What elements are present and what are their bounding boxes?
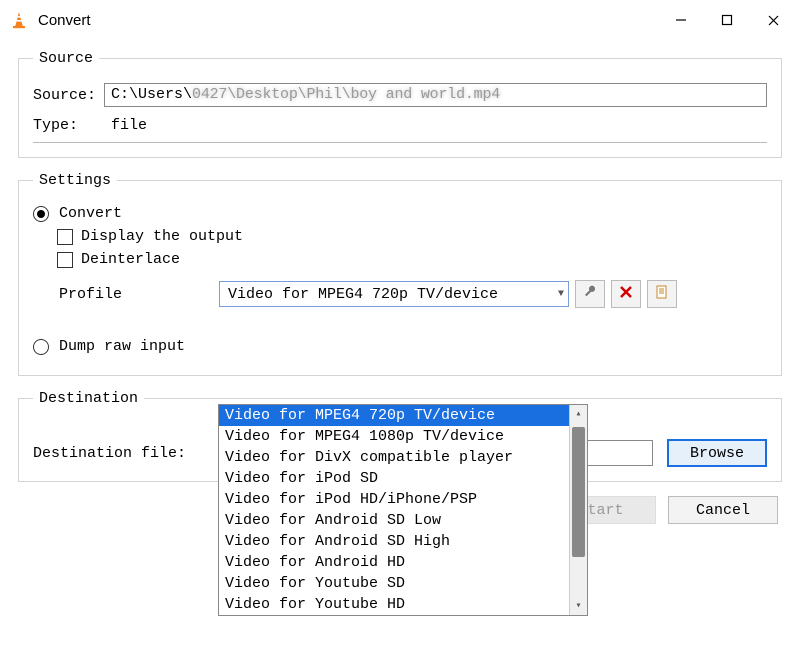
new-document-icon [655,285,669,304]
display-output-checkbox[interactable]: Display the output [57,228,767,245]
scroll-up-icon[interactable]: ▴ [570,405,587,423]
profile-selected-value: Video for MPEG4 720p TV/device [228,286,498,303]
dump-raw-radio[interactable]: Dump raw input [33,338,767,355]
new-profile-button[interactable] [647,280,677,308]
source-path-field[interactable]: C:\Users\0427\Desktop\Phil\boy and world… [104,83,767,107]
minimize-button[interactable] [658,4,704,36]
checkbox-unchecked-icon [57,229,73,245]
delete-x-icon [620,286,632,303]
profile-combobox[interactable]: Video for MPEG4 720p TV/device ▼ [219,281,569,307]
cancel-button[interactable]: Cancel [668,496,778,524]
profile-option[interactable]: Video for MPEG4 1080p TV/device [219,426,569,447]
vlc-cone-icon [8,9,30,31]
checkbox-unchecked-icon [57,252,73,268]
cancel-button-label: Cancel [696,502,750,519]
display-output-label: Display the output [81,228,243,245]
profile-option[interactable]: Video for Android SD Low [219,510,569,531]
destination-legend: Destination [33,390,144,407]
profile-option[interactable]: Video for Android HD [219,552,569,573]
edit-profile-button[interactable] [575,280,605,308]
maximize-button[interactable] [704,4,750,36]
convert-radio-label: Convert [59,205,122,222]
source-label: Source: [33,87,96,104]
radio-selected-icon [33,206,49,222]
browse-button-label: Browse [690,445,744,462]
profile-option[interactable]: Video for Youtube SD [219,573,569,594]
source-legend: Source [33,50,99,67]
titlebar: Convert [0,0,800,40]
source-path-blurred: 0427\Desktop\Phil\boy and world.mp4 [192,86,500,103]
dump-raw-label: Dump raw input [59,338,185,355]
dropdown-scrollbar[interactable]: ▴ ▾ [569,405,587,615]
settings-legend: Settings [33,172,117,189]
delete-profile-button[interactable] [611,280,641,308]
destination-label: Destination file: [33,445,186,462]
deinterlace-checkbox[interactable]: Deinterlace [57,251,767,268]
chevron-down-icon: ▼ [558,289,564,300]
profile-option[interactable]: Video for Android SD High [219,531,569,552]
wrench-icon [583,285,597,304]
profile-option[interactable]: Video for Youtube HD [219,594,569,615]
profile-option[interactable]: Video for MPEG4 720p TV/device [219,405,569,426]
profile-option[interactable]: Video for DivX compatible player [219,447,569,468]
deinterlace-label: Deinterlace [81,251,180,268]
type-value: file [111,117,147,134]
scroll-thumb[interactable] [572,427,585,557]
type-label: Type: [33,117,103,134]
profile-dropdown-list[interactable]: Video for MPEG4 720p TV/deviceVideo for … [218,404,588,616]
profile-option[interactable]: Video for iPod SD [219,468,569,489]
settings-group: Settings Convert Display the output Dein… [18,172,782,376]
profile-option[interactable]: Video for iPod HD/iPhone/PSP [219,489,569,510]
browse-button[interactable]: Browse [667,439,767,467]
profile-label: Profile [59,286,219,303]
source-group: Source Source: C:\Users\0427\Desktop\Phi… [18,50,782,158]
convert-radio[interactable]: Convert [33,205,767,222]
scroll-down-icon[interactable]: ▾ [570,597,587,615]
close-button[interactable] [750,4,796,36]
window-title: Convert [38,12,658,29]
source-path-visible: C:\Users\ [111,86,192,103]
radio-unselected-icon [33,339,49,355]
